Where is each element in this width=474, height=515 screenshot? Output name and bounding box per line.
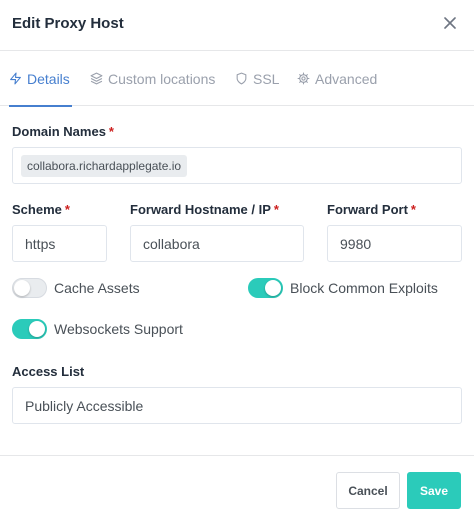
toggle-knob <box>29 321 45 337</box>
tab-ssl[interactable]: SSL <box>235 51 279 106</box>
scheme-label: Scheme * <box>12 202 70 217</box>
toggle-switch[interactable] <box>12 319 47 339</box>
access-list-value: Publicly Accessible <box>25 397 144 414</box>
block-common-exploits-toggle[interactable]: Block Common Exploits <box>248 278 438 298</box>
close-icon[interactable] <box>440 12 460 34</box>
gear-icon <box>297 72 310 85</box>
tab-label: Advanced <box>315 70 378 87</box>
lightning-icon <box>10 72 21 85</box>
scheme-label-text: Scheme <box>12 202 62 217</box>
toggle-knob <box>265 280 281 296</box>
forward-port-label-text: Forward Port <box>327 202 408 217</box>
modal-footer: Cancel Save <box>0 455 474 515</box>
shield-icon <box>236 72 247 85</box>
cache-assets-label: Cache Assets <box>54 280 140 296</box>
tab-label: Details <box>27 70 70 87</box>
domain-names-input[interactable]: collabora.richardapplegate.io <box>12 147 462 184</box>
tab-custom-locations[interactable]: Custom locations <box>90 51 215 106</box>
websockets-support-label: Websockets Support <box>54 321 183 337</box>
tab-details[interactable]: Details <box>9 51 72 107</box>
toggle-switch[interactable] <box>248 278 283 298</box>
forward-hostname-value: collabora <box>143 235 200 252</box>
scheme-select[interactable]: https <box>12 225 107 262</box>
tab-label: Custom locations <box>108 70 216 87</box>
required-marker: * <box>108 124 114 139</box>
required-marker: * <box>273 202 279 217</box>
forward-port-value: 9980 <box>340 235 372 252</box>
websockets-support-toggle[interactable]: Websockets Support <box>12 319 183 339</box>
toggle-knob <box>14 280 30 296</box>
save-button[interactable]: Save <box>407 472 461 509</box>
tab-label: SSL <box>253 70 280 87</box>
forward-port-label: Forward Port * <box>327 202 416 217</box>
forward-hostname-label-text: Forward Hostname / IP <box>130 202 271 217</box>
block-common-exploits-label: Block Common Exploits <box>290 280 438 296</box>
layers-icon <box>90 72 103 85</box>
required-marker: * <box>410 202 416 217</box>
modal-header: Edit Proxy Host <box>0 0 474 51</box>
tab-bar: Details Custom locations SSL Advanced <box>0 51 474 107</box>
forward-hostname-label: Forward Hostname / IP * <box>130 202 279 217</box>
access-list-label: Access List <box>12 364 85 379</box>
domain-chip[interactable]: collabora.richardapplegate.io <box>21 154 188 177</box>
forward-hostname-input[interactable]: collabora <box>130 225 304 262</box>
scheme-value: https <box>25 235 56 252</box>
required-marker: * <box>64 202 70 217</box>
domain-names-label-text: Domain Names <box>12 124 106 139</box>
modal-title: Edit Proxy Host <box>12 15 124 32</box>
cancel-button[interactable]: Cancel <box>336 472 400 509</box>
toggle-switch[interactable] <box>12 278 47 298</box>
cache-assets-toggle[interactable]: Cache Assets <box>12 278 140 298</box>
forward-port-input[interactable]: 9980 <box>327 225 462 262</box>
tab-advanced[interactable]: Advanced <box>297 51 377 106</box>
access-list-select[interactable]: Publicly Accessible <box>12 387 462 424</box>
domain-names-label: Domain Names * <box>12 124 114 139</box>
